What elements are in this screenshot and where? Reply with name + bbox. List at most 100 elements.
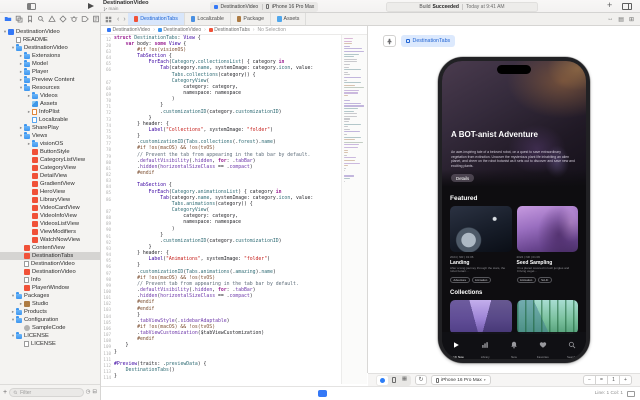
tree-item-player[interactable]: ▸Player [0, 68, 100, 76]
source-editor[interactable]: 12struct DestinationTabs: View {20 var b… [101, 35, 341, 384]
phone-tab-search[interactable]: Search [557, 332, 586, 359]
tree-item-extensions[interactable]: ▸Extensions [0, 52, 100, 60]
phone-tab-new[interactable]: New [500, 332, 529, 359]
code-review-icon[interactable]: ↔ [607, 16, 613, 22]
details-button[interactable]: Details [451, 174, 474, 182]
bookmarks-navigator-icon[interactable] [25, 15, 34, 24]
tree-item-model[interactable]: ▸Model [0, 60, 100, 68]
minimap[interactable] [341, 35, 367, 384]
video-card-landing[interactable]: 2024 | NR | 01:06LandingAfter a long jou… [450, 206, 512, 283]
phone-tab-favorites[interactable]: Favorites [528, 332, 557, 359]
tree-item-shareplay[interactable]: ▸SharePlay [0, 124, 100, 132]
tree-item-samplecode[interactable]: SampleCode [0, 324, 100, 332]
tree-item-license[interactable]: LICENSE [0, 340, 100, 348]
tree-item-videoslistview[interactable]: VideosListView [0, 220, 100, 228]
tree-item-gradientview[interactable]: GradientView [0, 180, 100, 188]
tab-assets[interactable]: Assets [271, 13, 306, 25]
library-add-icon[interactable]: + [607, 0, 612, 10]
tree-item-localizable[interactable]: Localizable [0, 116, 100, 124]
tree-item-infoplist[interactable]: ▸InfoPlist [0, 108, 100, 116]
breadcrumb-item[interactable]: DestinationVideo [107, 27, 150, 33]
related-items-icon[interactable] [101, 13, 115, 25]
variants-button[interactable]: ▦ [399, 376, 410, 385]
issues-navigator-icon[interactable] [47, 15, 56, 24]
tree-item-readme[interactable]: README [0, 36, 100, 44]
add-editor-icon[interactable]: ⊞ [629, 16, 634, 23]
tree-item-categoryview[interactable]: CategoryView [0, 164, 100, 172]
tree-item-license[interactable]: ▾LICENSE [0, 332, 100, 340]
tree-item-videos[interactable]: ▸Videos [0, 92, 100, 100]
recent-files-filter-icon[interactable]: ◷ [86, 390, 91, 396]
find-navigator-icon[interactable] [36, 15, 45, 24]
tree-item-libraryview[interactable]: LibraryView [0, 196, 100, 204]
live-preview-button[interactable] [377, 376, 388, 385]
collection-thumbnail-purple-mountains[interactable] [450, 300, 512, 334]
tree-item-detailview[interactable]: DetailView [0, 172, 100, 180]
code-line[interactable]: 114} [101, 375, 341, 381]
toggle-navigator-icon[interactable] [27, 3, 36, 10]
tree-item-info[interactable]: Info [0, 276, 100, 284]
phone-tab-watch-now[interactable]: Watch Now [442, 332, 471, 359]
tree-item-categorylistview[interactable]: CategoryListView [0, 156, 100, 164]
tree-item-contentview[interactable]: ContentView [0, 244, 100, 252]
video-card-seed-sampling[interactable]: 2024 | NR | 01:06Seed SamplingOn a plane… [517, 206, 579, 283]
tree-item-viewmodifiers[interactable]: ViewModifiers [0, 228, 100, 236]
tree-item-destinationvideo[interactable]: ▾DestinationVideo [0, 44, 100, 52]
tree-item-heroview[interactable]: HeroView [0, 188, 100, 196]
scm-status-filter-icon[interactable]: ⊟ [92, 390, 97, 396]
tree-item-label: CategoryView [40, 165, 76, 171]
tree-item-destinationvideo[interactable]: DestinationVideo [0, 260, 100, 268]
tree-item-videoinfoview[interactable]: VideoInfoView [0, 212, 100, 220]
tree-item-buttonstyle[interactable]: ButtonStyle [0, 148, 100, 156]
tree-item-playerwindow[interactable]: PlayerWindow [0, 284, 100, 292]
build-label: Build [419, 4, 430, 10]
pane-divider[interactable] [100, 13, 101, 400]
debug-navigator-icon[interactable] [69, 15, 78, 24]
display-icon[interactable] [627, 391, 635, 397]
tree-item-resources[interactable]: ▾Resources [0, 84, 100, 92]
tree-item-views[interactable]: ▾Views [0, 132, 100, 140]
breakpoints-navigator-icon[interactable] [80, 15, 89, 24]
preview-device-chip[interactable]: iPhone 16 Pro Max ▾ [431, 375, 491, 385]
tree-item-assets[interactable]: Assets [0, 100, 100, 108]
tree-item-watchnowview[interactable]: WatchNowView [0, 236, 100, 244]
source-control-navigator-icon[interactable] [14, 15, 23, 24]
tree-item-destinationvideo[interactable]: DestinationVideo [0, 268, 100, 276]
add-icon[interactable]: + [3, 389, 7, 396]
zoom-in-button[interactable]: + [619, 375, 632, 385]
tests-navigator-icon[interactable] [58, 15, 67, 24]
activity-view[interactable]: Build Succeeded Today at 9:41 AM [386, 2, 538, 12]
project-navigator-icon[interactable] [3, 15, 12, 24]
device-settings-button[interactable]: ↻ [415, 375, 427, 385]
tree-item-packages[interactable]: ▾Packages [0, 292, 100, 300]
filter-field[interactable]: Filter [9, 388, 83, 397]
tree-item-configuration[interactable]: ▾Configuration [0, 316, 100, 324]
tree-item-products[interactable]: ▸Products [0, 308, 100, 316]
selectable-preview-button[interactable] [388, 376, 399, 385]
video-tags: AnimationSci-Fi [517, 277, 579, 284]
breadcrumb-item[interactable]: DestinationVideo [158, 27, 201, 33]
canvas-divider[interactable] [367, 26, 368, 373]
breadcrumb-item[interactable]: DestinationTabs [209, 27, 250, 33]
phone-tab-library[interactable]: Library [471, 332, 500, 359]
tab-destinationtabs[interactable]: DestinationTabs [128, 13, 185, 25]
tab-package[interactable]: Package [231, 13, 271, 25]
pin-preview-button[interactable] [383, 35, 396, 47]
breadcrumb-item[interactable]: No Selection [258, 27, 286, 33]
tree-item-destinationtabs[interactable]: DestinationTabs [0, 252, 100, 260]
run-button[interactable] [88, 3, 94, 9]
reports-navigator-icon[interactable] [91, 15, 100, 24]
collection-thumbnail-green-valley[interactable] [517, 300, 579, 334]
editor-layout-icon[interactable] [622, 3, 632, 10]
tree-item-visionos[interactable]: ▸visionOS [0, 140, 100, 148]
tree-item-destinationvideo[interactable]: ▾DestinationVideo [0, 28, 100, 36]
build-time: Today at 9:41 AM [466, 4, 505, 10]
preview-target-chip[interactable]: DestinationTabs [401, 35, 455, 47]
adjust-editor-icon[interactable]: ▤ [618, 16, 624, 23]
tab-localizable[interactable]: Localizable [185, 13, 231, 25]
tree-item-studio[interactable]: ▸Studio [0, 300, 100, 308]
tree-item-preview-content[interactable]: ▸Preview Content [0, 76, 100, 84]
scheme-selector[interactable]: DestinationVideo iPhone 16 Pro Max [210, 2, 318, 12]
swift-icon [134, 16, 139, 22]
tree-item-videocardview[interactable]: VideoCardView [0, 204, 100, 212]
